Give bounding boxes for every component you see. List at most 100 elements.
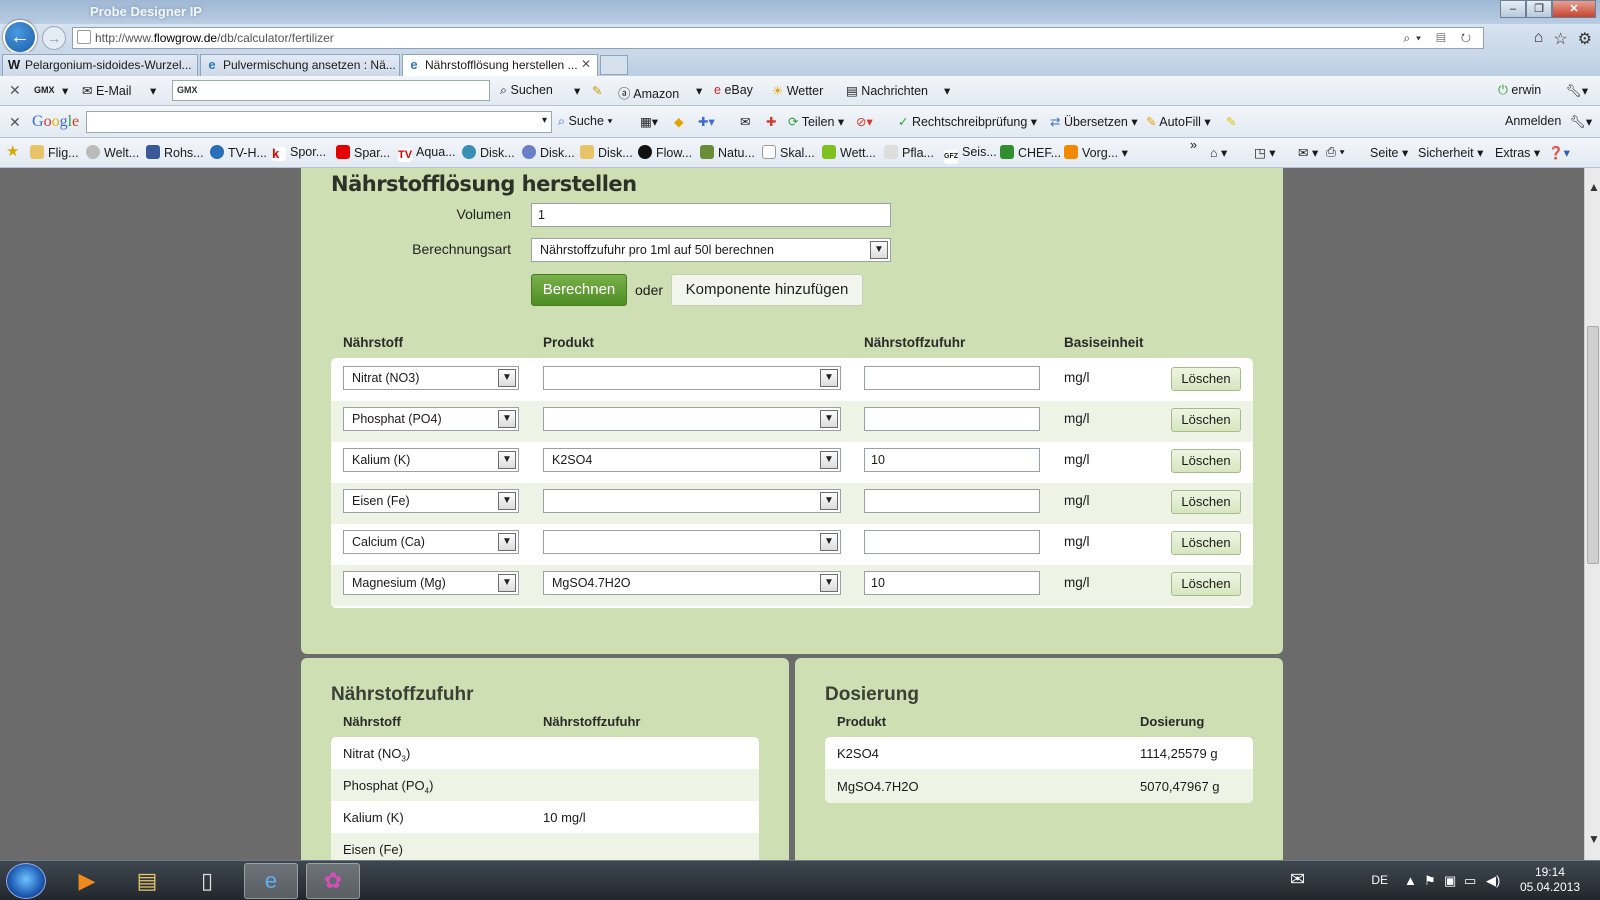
chevron-down-icon[interactable]: ▾	[62, 83, 68, 98]
amazon-button[interactable]: ⓐ Amazon	[618, 83, 679, 102]
internet-explorer-icon[interactable]: e	[244, 863, 298, 899]
url-field[interactable]: http://www.flowgrow.de/db/calculator/fer…	[72, 27, 1484, 49]
phone-icon[interactable]: ▯	[180, 863, 234, 899]
google-suche-button[interactable]: ⌕ Suche ▾	[558, 114, 613, 129]
favorite-item[interactable]: Wett...	[822, 145, 876, 160]
back-button[interactable]: ←	[3, 20, 37, 54]
zufuhr-input[interactable]: 10	[864, 571, 1040, 595]
chevron-down-icon[interactable]: ▾	[944, 83, 950, 98]
naehrstoff-select[interactable]: Eisen (Fe) ▼	[343, 489, 519, 513]
produkt-select[interactable]: MgSO4.7H2O ▼	[543, 571, 841, 595]
new-tab-button[interactable]	[600, 55, 628, 75]
wetter-button[interactable]: ☀ Wetter	[772, 83, 823, 98]
rss-icon[interactable]: ◳ ▾	[1254, 145, 1276, 160]
chevron-down-icon[interactable]: ▾	[696, 83, 702, 98]
favorites-star-icon[interactable]: ☆	[1553, 29, 1567, 49]
favorite-item[interactable]: Vorg... ▾	[1064, 145, 1128, 160]
favorite-item[interactable]: Disk...	[522, 145, 575, 160]
plus-icon[interactable]: ✚▾	[698, 114, 715, 129]
teilen-button[interactable]: ⟳ Teilen ▾	[788, 114, 844, 129]
scroll-up-icon[interactable]: ▲	[1588, 180, 1600, 194]
loeschen-button[interactable]: Löschen	[1171, 449, 1241, 473]
favorite-item[interactable]: Rohs...	[146, 145, 204, 160]
autofill-button[interactable]: ✎ AutoFill ▾	[1146, 114, 1211, 129]
favorite-item[interactable]: Welt...	[86, 145, 139, 160]
komponente-hinzufuegen-button[interactable]: Komponente hinzufügen	[671, 274, 863, 306]
mail-tray-icon[interactable]: ✉	[1290, 869, 1305, 890]
gmx-search-input[interactable]: GMX	[172, 80, 490, 101]
user-button[interactable]: ⏻ erwin	[1498, 83, 1541, 98]
naehrstoff-select[interactable]: Kalium (K) ▼	[343, 448, 519, 472]
tab-pulvermischung[interactable]: e Pulvermischung ansetzen : Nä...	[200, 54, 400, 76]
mail-icon[interactable]: ✉	[740, 114, 750, 129]
minimize-button[interactable]: –	[1500, 0, 1526, 18]
favorite-item[interactable]: TV Aqua...	[398, 145, 456, 162]
uebersetzen-button[interactable]: ⇄ Übersetzen ▾	[1050, 114, 1138, 129]
volume-icon[interactable]: ◀)	[1486, 873, 1500, 889]
sicherheit-menu[interactable]: Sicherheit ▾	[1418, 145, 1483, 160]
explorer-folder-icon[interactable]: ▤	[120, 863, 174, 899]
scroll-down-icon[interactable]: ▼	[1588, 832, 1600, 846]
chevron-down-icon[interactable]: ▾	[574, 83, 580, 98]
close-tab-icon[interactable]: ✕	[581, 57, 591, 71]
close-window-button[interactable]: ✕	[1552, 0, 1596, 18]
device-icon[interactable]: ▣	[1444, 873, 1456, 889]
loeschen-button[interactable]: Löschen	[1171, 408, 1241, 432]
blocker-icon[interactable]: ⊘▾	[856, 114, 873, 129]
seite-menu[interactable]: Seite ▾	[1370, 145, 1408, 160]
network-icon[interactable]: ▭	[1464, 873, 1476, 889]
volumen-input[interactable]: 1	[531, 203, 891, 227]
email-button[interactable]: ✉ E-Mail	[82, 83, 131, 98]
naehrstoff-select[interactable]: Calcium (Ca) ▼	[343, 530, 519, 554]
start-button[interactable]	[6, 863, 46, 899]
more-favorites-icon[interactable]: »	[1190, 138, 1197, 152]
favorite-item[interactable]: k Spor...	[272, 145, 326, 161]
tools-gear-icon[interactable]: ⚙	[1578, 29, 1592, 49]
loeschen-button[interactable]: Löschen	[1171, 490, 1241, 514]
scrollbar-thumb[interactable]	[1587, 326, 1599, 564]
show-hidden-icons[interactable]: ▲	[1404, 873, 1417, 888]
favorites-star-icon[interactable]: ★	[6, 142, 19, 160]
google-logo[interactable]: Google	[32, 113, 79, 131]
zufuhr-input[interactable]	[864, 489, 1040, 513]
zufuhr-input[interactable]	[864, 530, 1040, 554]
ebay-button[interactable]: e eBay	[714, 83, 753, 97]
favorite-item[interactable]: GFZ Seis...	[944, 145, 997, 164]
zufuhr-input[interactable]	[864, 407, 1040, 431]
maximize-button[interactable]: ❐	[1526, 0, 1552, 18]
zufuhr-input[interactable]	[864, 366, 1040, 390]
tab-naehrstoffloesung[interactable]: e Nährstofflösung herstellen ... ✕	[402, 54, 598, 76]
forward-button[interactable]: →	[42, 26, 66, 50]
wrench-icon[interactable]: 🔧︎▾	[1570, 114, 1592, 130]
nachrichten-button[interactable]: ▤ Nachrichten	[846, 83, 928, 98]
clock[interactable]: 19:14 05.04.2013	[1520, 865, 1580, 895]
tag-icon[interactable]: ◆	[674, 114, 684, 129]
loeschen-button[interactable]: Löschen	[1171, 572, 1241, 596]
produkt-select[interactable]: ▼	[543, 489, 841, 513]
home-icon[interactable]: ⌂	[1534, 29, 1544, 49]
naehrstoff-select[interactable]: Nitrat (NO3) ▼	[343, 366, 519, 390]
close-toolbar-icon[interactable]: ✕	[9, 114, 21, 131]
chevron-down-icon[interactable]: ▾	[542, 115, 547, 126]
favorite-item[interactable]: Natu...	[700, 145, 755, 160]
google-search-input[interactable]: ▾	[86, 111, 552, 133]
favorite-item[interactable]: Skal...	[762, 145, 815, 160]
favorite-item[interactable]: TV-H...	[210, 145, 267, 160]
highlighter-icon[interactable]: ✎	[1226, 114, 1236, 129]
zufuhr-input[interactable]: 10	[864, 448, 1040, 472]
berechnungsart-select[interactable]: Nährstoffzufuhr pro 1ml auf 50l berechne…	[531, 238, 891, 262]
mail-icon[interactable]: ✉ ▾	[1298, 145, 1318, 160]
tab-pelargonium[interactable]: W Pelargonium-sidoides-Wurzel...	[2, 54, 198, 76]
url-tools[interactable]: ⌕▾ ▤ ↻	[1403, 28, 1477, 48]
gmx-logo[interactable]: GMX	[34, 85, 55, 95]
bookmarks-icon[interactable]: ▦▾	[640, 114, 658, 129]
help-icon[interactable]: ❓▾	[1548, 145, 1570, 161]
gplus-icon[interactable]: ✚	[766, 114, 776, 129]
suchen-button[interactable]: ⌕ Suchen	[500, 83, 553, 98]
close-toolbar-icon[interactable]: ✕	[9, 82, 21, 99]
naehrstoff-select[interactable]: Phosphat (PO4) ▼	[343, 407, 519, 431]
favorite-item[interactable]: Flig...	[30, 145, 79, 160]
page-scrollbar[interactable]: ▲ ▼	[1584, 168, 1600, 860]
anmelden-button[interactable]: Anmelden	[1505, 114, 1561, 128]
language-indicator[interactable]: DE	[1371, 873, 1388, 887]
